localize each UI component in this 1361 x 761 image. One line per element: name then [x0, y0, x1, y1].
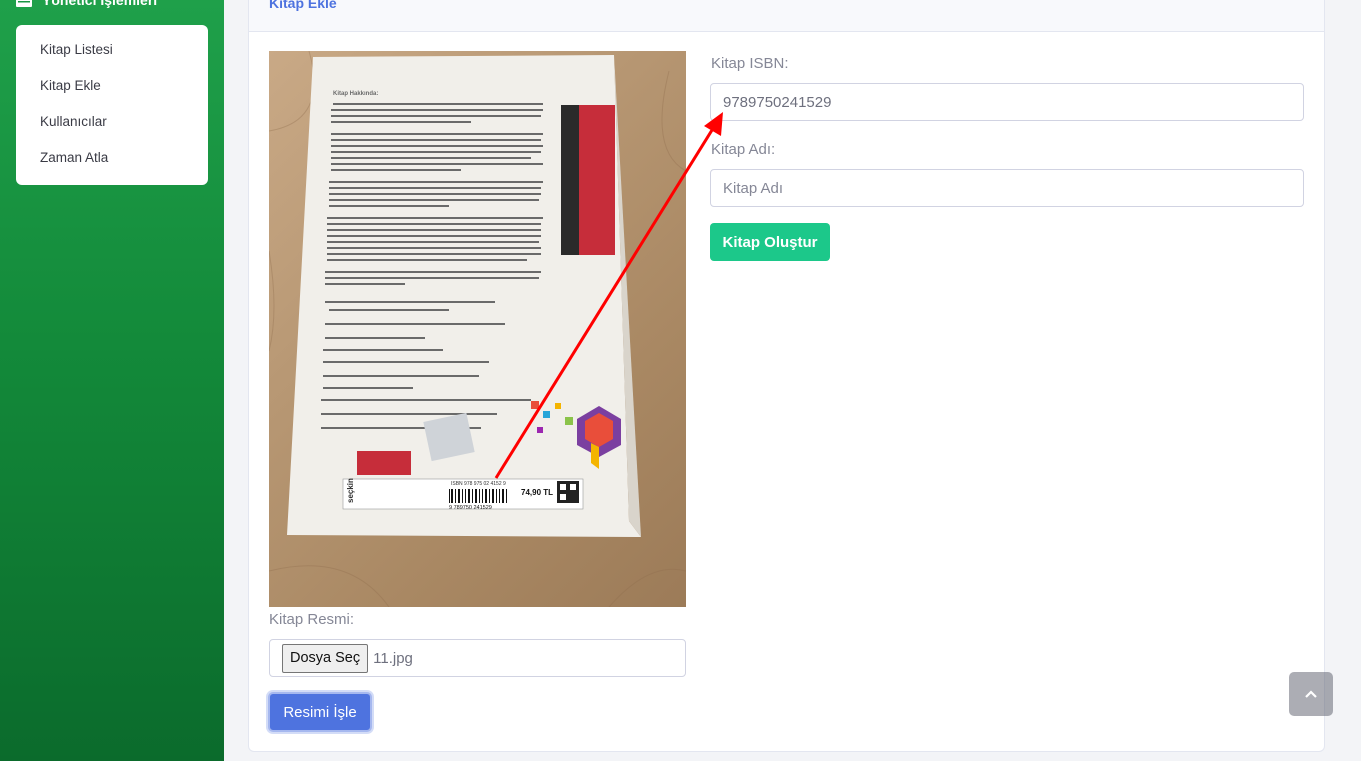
sidebar-submenu: Kitap Listesi Kitap Ekle Kullanıcılar Za…: [16, 25, 208, 185]
sidebar-heading-label: Yönetici İşlemleri: [42, 0, 158, 8]
sidebar-item-kitap-listesi[interactable]: Kitap Listesi: [16, 33, 208, 69]
image-file-input[interactable]: Dosya Seç 11.jpg: [269, 639, 686, 677]
choose-file-button[interactable]: Dosya Seç: [282, 643, 369, 673]
sidebar-item-kullanicilar[interactable]: Kullanıcılar: [16, 105, 208, 141]
chevron-up-icon: [1305, 685, 1317, 703]
sidebar-item-kitap-ekle[interactable]: Kitap Ekle: [16, 69, 208, 105]
sidebar-item-zaman-atla[interactable]: Zaman Atla: [16, 141, 208, 177]
name-label: Kitap Adı:: [711, 141, 776, 158]
book-price: 74,90 TL: [521, 488, 553, 497]
sidebar: Yönetici İşlemleri Kitap Listesi Kitap E…: [0, 0, 224, 761]
isbn-label: Kitap ISBN:: [711, 55, 789, 72]
book-about-heading: Kitap Hakkında:: [333, 91, 378, 97]
book-image-preview: Kitap Hakkında: seçkin ISBN 978 975 02 4…: [269, 51, 686, 607]
book-name-input[interactable]: [710, 169, 1304, 207]
publisher-logo: seçkin: [346, 478, 355, 503]
selected-file-name: 11.jpg: [373, 649, 413, 667]
isbn-input[interactable]: [710, 83, 1304, 121]
image-label: Kitap Resmi:: [269, 611, 355, 628]
barcode-number: 9 789750 241529: [449, 505, 492, 511]
scroll-to-top-button[interactable]: [1289, 672, 1333, 716]
table-icon: [16, 0, 32, 7]
create-book-button[interactable]: Kitap Oluştur: [710, 223, 830, 261]
card-header: Kitap Ekle: [249, 0, 1324, 32]
sidebar-heading[interactable]: Yönetici İşlemleri: [16, 0, 157, 12]
book-isbn-text: ISBN 978 975 02 4152 9: [451, 481, 506, 487]
page-title: Kitap Ekle: [269, 0, 337, 11]
process-image-button[interactable]: Resimi İşle: [268, 692, 372, 732]
